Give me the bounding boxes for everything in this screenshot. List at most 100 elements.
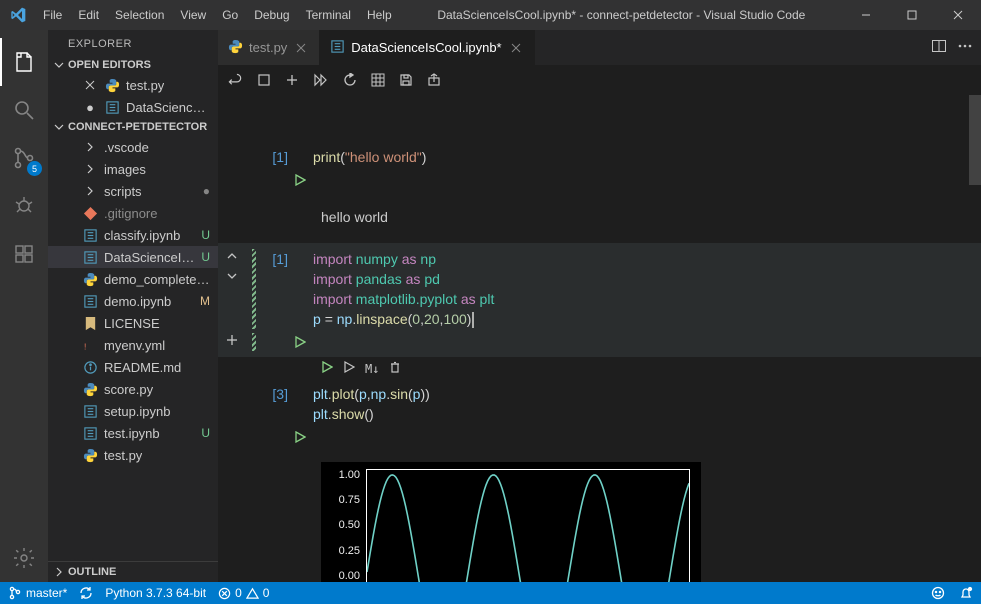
delete-cell-icon[interactable] bbox=[389, 361, 401, 376]
file-icon bbox=[82, 294, 98, 309]
python-env-label: Python 3.7.3 64-bit bbox=[105, 586, 206, 600]
file-icon bbox=[82, 250, 98, 265]
open-editors-label: OPEN EDITORS bbox=[68, 59, 151, 71]
file-item[interactable]: DataScienceIsCo...U bbox=[48, 246, 218, 268]
file-item[interactable]: demo.ipynbM bbox=[48, 290, 218, 312]
open-editor-item[interactable]: test.py bbox=[48, 74, 218, 96]
file-icon bbox=[82, 426, 98, 441]
minimize-button[interactable] bbox=[843, 0, 889, 30]
add-cell-icon[interactable] bbox=[226, 333, 238, 349]
menu-view[interactable]: View bbox=[172, 3, 214, 27]
close-icon[interactable] bbox=[508, 42, 524, 54]
file-item[interactable]: setup.ipynb bbox=[48, 400, 218, 422]
ytick-label: 0.50 bbox=[339, 519, 360, 531]
code-cell[interactable]: print("hello world") bbox=[313, 147, 973, 167]
scrollbar-thumb[interactable] bbox=[969, 95, 981, 185]
add-cell-icon[interactable] bbox=[285, 73, 299, 87]
run-cell-icon[interactable] bbox=[321, 361, 333, 376]
problems[interactable]: 0 0 bbox=[218, 586, 269, 600]
menubar: FileEditSelectionViewGoDebugTerminalHelp bbox=[35, 3, 400, 27]
tab[interactable]: test.py bbox=[218, 30, 320, 65]
open-editors-header[interactable]: OPEN EDITORS bbox=[48, 56, 218, 74]
close-icon[interactable] bbox=[293, 42, 309, 54]
file-label: scripts bbox=[104, 184, 142, 199]
file-item[interactable]: ! myenv.yml bbox=[48, 334, 218, 356]
git-branch[interactable]: master* bbox=[8, 586, 67, 600]
code-cell[interactable]: import numpy as np import pandas as pd i… bbox=[313, 249, 973, 329]
tab-label: test.py bbox=[249, 40, 287, 55]
menu-go[interactable]: Go bbox=[214, 3, 246, 27]
file-item[interactable]: demo_completed.py bbox=[48, 268, 218, 290]
cell-output: hello world bbox=[218, 209, 981, 225]
file-item[interactable]: images bbox=[48, 158, 218, 180]
restart-icon[interactable] bbox=[343, 73, 357, 87]
ytick-label: 0.75 bbox=[339, 494, 360, 506]
export-icon[interactable] bbox=[427, 73, 441, 87]
run-cell-icon[interactable] bbox=[294, 335, 306, 351]
activity-bar: 5 bbox=[0, 30, 48, 582]
split-editor-icon[interactable] bbox=[931, 38, 947, 57]
menu-terminal[interactable]: Terminal bbox=[298, 3, 359, 27]
file-item[interactable]: .gitignore bbox=[48, 202, 218, 224]
file-item[interactable]: .vscode bbox=[48, 136, 218, 158]
file-icon bbox=[82, 228, 98, 243]
statusbar: master* Python 3.7.3 64-bit 0 0 bbox=[0, 582, 981, 604]
outline-header[interactable]: OUTLINE bbox=[48, 561, 218, 582]
notifications-icon[interactable] bbox=[959, 586, 973, 600]
feedback-icon[interactable] bbox=[931, 586, 945, 600]
file-item[interactable]: test.ipynbU bbox=[48, 422, 218, 444]
file-label: LICENSE bbox=[104, 316, 160, 331]
menu-edit[interactable]: Edit bbox=[70, 3, 107, 27]
files-tree: .vscode images scripts●.gitignoreclassify.… bbox=[48, 136, 218, 466]
run-cell-icon[interactable] bbox=[294, 173, 306, 189]
file-item[interactable]: LICENSE bbox=[48, 312, 218, 334]
tabs-bar: test.py DataScienceIsCool.ipynb* bbox=[218, 30, 981, 65]
file-label: myenv.yml bbox=[104, 338, 165, 353]
chevron-up-icon[interactable] bbox=[226, 249, 238, 265]
menu-help[interactable]: Help bbox=[359, 3, 400, 27]
search-icon[interactable] bbox=[0, 86, 48, 134]
settings-gear-icon[interactable] bbox=[0, 534, 48, 582]
close-button[interactable] bbox=[935, 0, 981, 30]
chevron-down-icon[interactable] bbox=[226, 269, 238, 285]
source-control-icon[interactable]: 5 bbox=[0, 134, 48, 182]
file-icon bbox=[228, 39, 243, 57]
file-item[interactable]: classify.ipynbU bbox=[48, 224, 218, 246]
code-cell[interactable]: plt.plot(p,np.sin(p)) plt.show() bbox=[313, 384, 973, 424]
extensions-icon[interactable] bbox=[0, 230, 48, 278]
file-item[interactable]: score.py bbox=[48, 378, 218, 400]
save-icon[interactable] bbox=[399, 73, 413, 87]
open-editors-tree: test.py●DataScienceIsCoo... bbox=[48, 74, 218, 118]
explorer-icon[interactable] bbox=[0, 38, 48, 86]
notebook-content[interactable]: [1]print("hello world")hello world[1]imp… bbox=[218, 95, 981, 582]
file-item[interactable]: test.py bbox=[48, 444, 218, 466]
run-cell-icon[interactable] bbox=[294, 430, 306, 446]
grid-icon[interactable] bbox=[371, 73, 385, 87]
menu-file[interactable]: File bbox=[35, 3, 70, 27]
file-icon bbox=[82, 404, 98, 419]
file-label: images bbox=[104, 162, 146, 177]
tab[interactable]: DataScienceIsCool.ipynb* bbox=[320, 30, 534, 65]
vscode-logo-icon bbox=[0, 7, 35, 23]
undo-icon[interactable] bbox=[228, 73, 243, 88]
debug-icon[interactable] bbox=[0, 182, 48, 230]
stop-icon[interactable] bbox=[257, 73, 271, 87]
sync-icon[interactable] bbox=[79, 586, 93, 600]
close-icon[interactable] bbox=[82, 79, 98, 91]
more-actions-icon[interactable] bbox=[957, 38, 973, 57]
ytick-label: 0.00 bbox=[339, 570, 360, 582]
file-icon bbox=[82, 360, 98, 375]
open-editor-item[interactable]: ●DataScienceIsCoo... bbox=[48, 96, 218, 118]
menu-debug[interactable]: Debug bbox=[246, 3, 297, 27]
file-item[interactable]: README.md bbox=[48, 356, 218, 378]
window-controls bbox=[843, 0, 981, 30]
file-icon: ! bbox=[82, 338, 98, 353]
markdown-toggle[interactable]: M↓ bbox=[365, 362, 379, 376]
menu-selection[interactable]: Selection bbox=[107, 3, 172, 27]
run-below-icon[interactable] bbox=[343, 361, 355, 376]
run-all-icon[interactable] bbox=[313, 73, 329, 87]
workspace-header[interactable]: CONNECT-PETDETECTOR bbox=[48, 118, 218, 136]
maximize-button[interactable] bbox=[889, 0, 935, 30]
python-env[interactable]: Python 3.7.3 64-bit bbox=[105, 586, 206, 600]
file-item[interactable]: scripts● bbox=[48, 180, 218, 202]
